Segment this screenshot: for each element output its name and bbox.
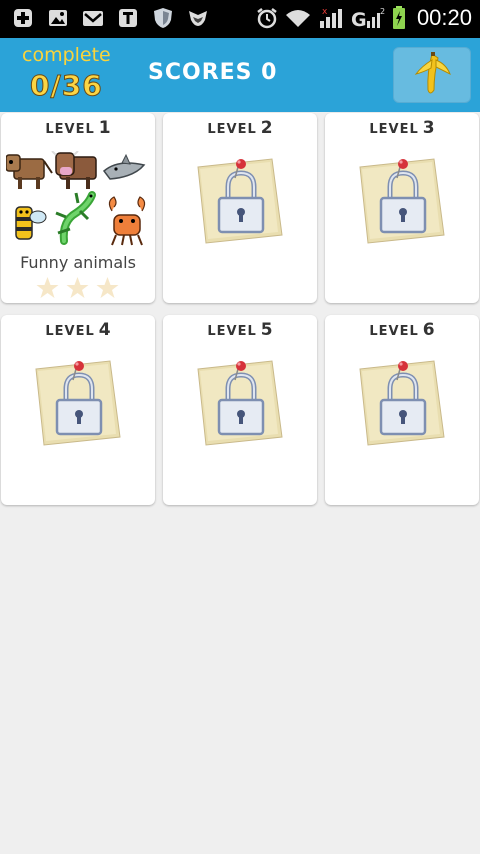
level-card-6[interactable]: LEVEL 6 bbox=[325, 315, 479, 505]
lizard-icon bbox=[55, 191, 96, 245]
crab-icon bbox=[108, 196, 146, 246]
level-title-3: LEVEL 3 bbox=[369, 118, 435, 138]
level-rating-1 bbox=[35, 276, 120, 300]
bee-icon bbox=[15, 206, 47, 240]
level-title-4: LEVEL 4 bbox=[45, 320, 111, 340]
level-name-1: Funny animals bbox=[20, 253, 136, 272]
star-icon bbox=[36, 277, 59, 298]
svg-text:2: 2 bbox=[380, 7, 385, 16]
banana-button[interactable] bbox=[393, 47, 471, 103]
banana-icon bbox=[414, 52, 451, 94]
level-title-6: LEVEL 6 bbox=[369, 320, 435, 340]
app-header: complete 0/36 SCORES 0 bbox=[0, 38, 480, 112]
mail-icon bbox=[83, 11, 103, 26]
alarm-icon bbox=[257, 8, 277, 29]
locked-note-icon bbox=[354, 153, 450, 249]
notification-icons bbox=[12, 7, 209, 29]
level-card-5[interactable]: LEVEL 5 bbox=[163, 315, 317, 505]
complete-label: complete bbox=[22, 44, 111, 66]
level-card-3[interactable]: LEVEL 3 bbox=[325, 113, 479, 303]
horse-icon bbox=[6, 154, 53, 189]
level-thumbnail-animals bbox=[6, 151, 146, 246]
locked-note-icon bbox=[30, 355, 126, 451]
battery-icon bbox=[392, 6, 405, 29]
level-card-1[interactable]: LEVEL 1 Funny animals bbox=[1, 113, 155, 303]
status-time: 00:20 bbox=[416, 5, 472, 30]
locked-note-icon bbox=[192, 355, 288, 451]
svg-text:x: x bbox=[322, 7, 328, 17]
locked-note-icon bbox=[192, 153, 288, 249]
wifi-icon bbox=[285, 10, 310, 27]
level-title-1: LEVEL 1 bbox=[45, 118, 111, 138]
cow-icon bbox=[51, 151, 97, 189]
level-title-2: LEVEL 2 bbox=[207, 118, 273, 138]
fox-icon bbox=[189, 11, 207, 26]
shark-icon bbox=[102, 153, 146, 180]
shield-icon bbox=[154, 8, 172, 28]
level-card-2[interactable]: LEVEL 2 bbox=[163, 113, 317, 303]
signal-icon: x bbox=[319, 7, 342, 28]
scores-text: SCORES 0 bbox=[148, 60, 278, 85]
t-icon bbox=[119, 9, 137, 27]
system-indicators: x G2 00:20 bbox=[256, 5, 472, 31]
add-icon bbox=[14, 9, 32, 27]
complete-progress: 0/36 bbox=[30, 69, 103, 103]
level-title-5: LEVEL 5 bbox=[207, 320, 273, 340]
locked-note-icon bbox=[354, 355, 450, 451]
star-icon bbox=[96, 277, 119, 298]
svg-text:G: G bbox=[351, 9, 367, 30]
image-icon bbox=[49, 10, 67, 26]
star-icon bbox=[66, 277, 89, 298]
level-card-4[interactable]: LEVEL 4 bbox=[1, 315, 155, 505]
status-bar: x G2 00:20 bbox=[0, 0, 480, 38]
g-signal-icon: G2 bbox=[351, 7, 385, 30]
